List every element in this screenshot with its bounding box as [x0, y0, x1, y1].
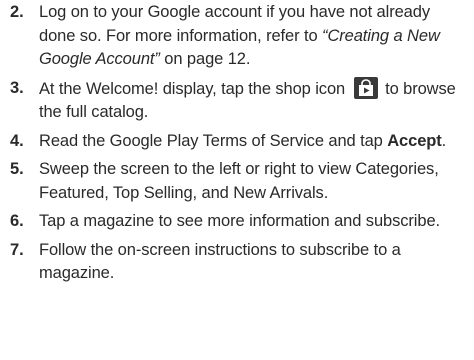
step-number: 3. [10, 78, 24, 97]
step-text: Follow the on-screen instructions to sub… [39, 240, 401, 283]
step-2: 2. Log on to your Google account if you … [0, 1, 468, 72]
step-text: Sweep the screen to the left or right to… [39, 160, 439, 202]
accept-label: Accept [387, 131, 442, 150]
step-5: 5. Sweep the screen to the left or right… [0, 158, 468, 205]
step-number: 2. [10, 3, 24, 21]
shop-icon [353, 76, 378, 99]
instruction-steps: 2. Log on to your Google account if you … [0, 1, 468, 286]
step-text: At the Welcome! display, tap the shop ic… [39, 76, 468, 125]
step-3: 3. At the Welcome! display, tap the shop… [0, 76, 468, 125]
step-number: 5. [10, 160, 24, 178]
step-text-part: on page 12. [159, 50, 251, 68]
step-4: 4. Read the Google Play Terms of Service… [0, 130, 468, 154]
step-text: Log on to your Google account if you hav… [39, 1, 468, 72]
step-text: Read the Google Play Terms of Service an… [39, 130, 468, 154]
step-text-part: At the Welcome! display, tap the shop ic… [39, 79, 350, 98]
step-6: 6. Tap a magazine to see more informatio… [0, 210, 468, 234]
step-text-part: Read the Google Play Terms of Service an… [39, 131, 388, 150]
step-number: 6. [10, 212, 24, 230]
step-number: 7. [10, 240, 24, 259]
manual-page: 2. Log on to your Google account if you … [0, 1, 474, 360]
step-text-part: . [441, 131, 447, 150]
step-text: Tap a magazine to see more information a… [39, 212, 441, 230]
step-number: 4. [10, 131, 24, 150]
step-7: 7. Follow the on-screen instructions to … [0, 239, 468, 286]
